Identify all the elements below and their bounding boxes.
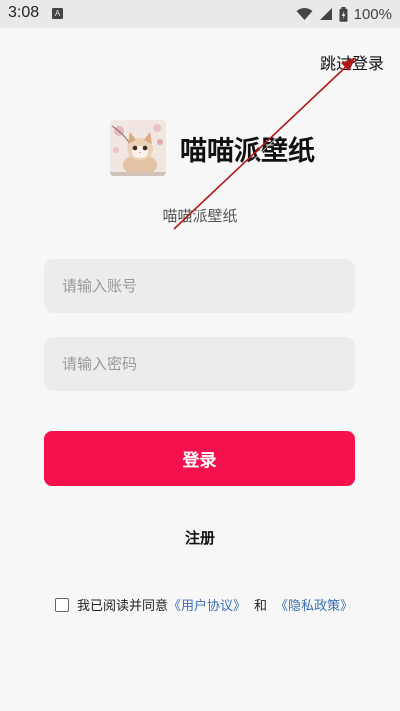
signal-icon: [319, 8, 332, 20]
app-name: 喵喵派壁纸: [180, 136, 315, 167]
register-button[interactable]: 注册: [0, 527, 400, 548]
status-bar: 3:08 A 100%: [0, 0, 400, 28]
notification-icon: A: [52, 8, 63, 19]
battery-percent: 100%: [353, 5, 392, 23]
user-agreement-link[interactable]: 《用户协议》: [168, 595, 246, 614]
app-logo: [110, 120, 166, 176]
status-time: 3:08: [8, 4, 40, 21]
skip-login-link[interactable]: 跳过登录: [320, 50, 384, 74]
agreement-checkbox[interactable]: [55, 597, 69, 612]
battery-icon: [339, 6, 348, 22]
password-input[interactable]: [44, 337, 355, 391]
privacy-policy-link[interactable]: 《隐私政策》: [275, 595, 353, 614]
account-input[interactable]: [44, 259, 355, 313]
login-button[interactable]: 登录: [44, 431, 355, 486]
app-subtitle: 喵喵派壁纸: [162, 207, 238, 225]
wifi-icon: [296, 8, 313, 20]
agreement-and-text: 和: [254, 599, 268, 614]
agreement-text: 我已阅读并同意: [77, 599, 169, 614]
status-icons: 100%: [296, 4, 392, 24]
agreement-row: 我已阅读并同意 《用户协议》 和 《隐私政策》: [55, 595, 353, 614]
cat-photo-icon: [110, 120, 166, 176]
